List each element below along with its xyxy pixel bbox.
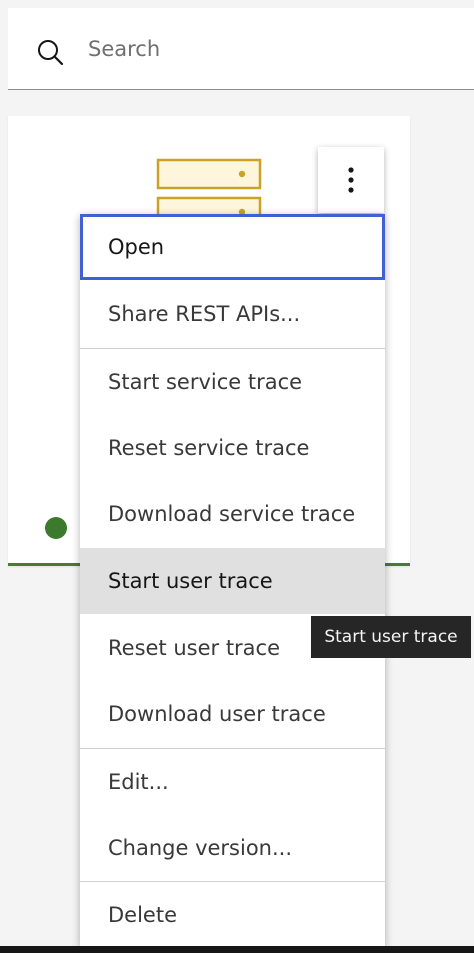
search-icon — [38, 40, 64, 66]
menu-item-share-rest-apis[interactable]: Share REST APIs... — [80, 281, 385, 347]
overflow-menu-button[interactable] — [318, 147, 384, 213]
search-input[interactable] — [88, 29, 458, 69]
status-indicator — [45, 517, 67, 539]
menu-item-change-version[interactable]: Change version... — [80, 815, 385, 881]
search-bar — [8, 8, 474, 90]
menu-item-start-user-trace[interactable]: Start user trace — [80, 548, 385, 614]
menu-item-download-service-trace[interactable]: Download service trace — [80, 481, 385, 547]
bottom-edge — [0, 946, 474, 953]
menu-item-reset-service-trace[interactable]: Reset service trace — [80, 415, 385, 481]
menu-item-delete[interactable]: Delete — [80, 882, 385, 948]
overflow-menu: Open Share REST APIs... Start service tr… — [80, 214, 385, 947]
tooltip: Start user trace — [311, 616, 471, 658]
menu-item-download-user-trace[interactable]: Download user trace — [80, 681, 385, 747]
menu-item-start-service-trace[interactable]: Start service trace — [80, 349, 385, 415]
menu-item-edit[interactable]: Edit... — [80, 749, 385, 815]
overflow-menu-vertical-icon — [348, 167, 354, 193]
menu-item-open[interactable]: Open — [80, 214, 385, 280]
page: Open Share REST APIs... Start service tr… — [0, 0, 474, 953]
